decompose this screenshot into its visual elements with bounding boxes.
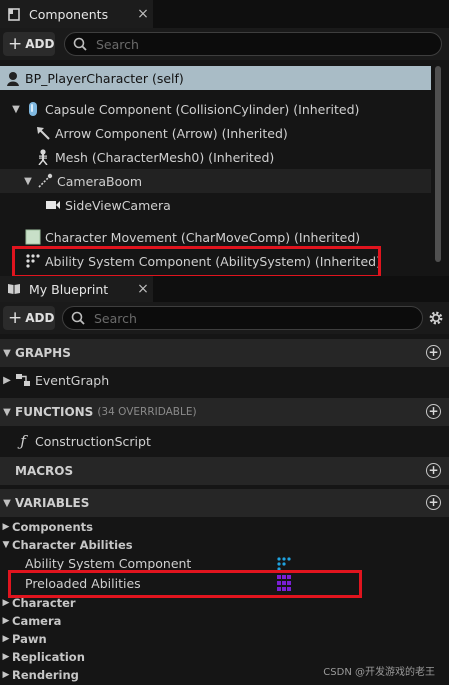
variable-category-pawn[interactable]: ▶ Pawn	[0, 630, 47, 648]
tree-item-label: SideViewCamera	[65, 197, 171, 213]
plus-icon: +	[8, 34, 23, 54]
components-tab-icon	[7, 7, 21, 21]
category-label: Character Abilities	[12, 538, 133, 552]
chevron-right-icon[interactable]: ▶	[0, 652, 12, 662]
chevron-down-icon[interactable]: ▼	[10, 104, 22, 115]
chevron-down-icon[interactable]: ▼	[0, 540, 12, 550]
section-title: VARIABLES	[15, 496, 90, 510]
capsule-icon	[24, 100, 42, 118]
blueprint-tab-bar: My Blueprint ×	[0, 276, 449, 302]
components-scrollbar[interactable]	[435, 66, 441, 262]
components-tab[interactable]: Components ×	[0, 0, 153, 28]
chevron-right-icon[interactable]: ▶	[0, 522, 12, 532]
watermark: CSDN @开发游戏的老王	[323, 667, 435, 678]
graph-item-label: EventGraph	[35, 372, 110, 388]
section-title: FUNCTIONS	[15, 405, 94, 419]
camera-icon	[44, 196, 62, 214]
close-icon[interactable]: ×	[133, 281, 153, 297]
variable-label: Ability System Component	[25, 555, 192, 571]
chevron-down-icon[interactable]: ▼	[0, 498, 14, 509]
gear-icon[interactable]	[427, 309, 445, 327]
tree-item-label: CameraBoom	[57, 173, 143, 189]
function-icon: ƒ	[20, 432, 26, 450]
chevron-right-icon[interactable]: ▶	[0, 634, 12, 644]
add-component-button[interactable]: + ADD	[3, 32, 55, 56]
section-title: GRAPHS	[15, 346, 71, 360]
search-icon	[73, 37, 87, 51]
macros-section-header[interactable]: MACROS +	[0, 457, 449, 485]
blueprint-tab-label: My Blueprint	[29, 281, 109, 297]
my-blueprint-tab[interactable]: My Blueprint ×	[0, 276, 153, 302]
blueprint-toolbar: + ADD Search	[0, 302, 449, 334]
close-icon[interactable]: ×	[133, 6, 153, 22]
function-item-label: ConstructionScript	[35, 433, 151, 449]
movement-icon	[24, 228, 42, 246]
chevron-right-icon[interactable]: ▶	[0, 616, 12, 626]
tree-item-label: Capsule Component (CollisionCylinder) (I…	[45, 101, 360, 117]
chevron-down-icon[interactable]: ▼	[0, 407, 14, 418]
tree-item-mesh[interactable]: Mesh (CharacterMesh0) (Inherited)	[34, 145, 274, 169]
spring-arm-icon	[36, 172, 54, 190]
category-label: Character	[12, 596, 76, 610]
chevron-right-icon[interactable]: ▶	[0, 670, 12, 680]
highlight-box	[12, 246, 381, 278]
tree-item-label: BP_PlayerCharacter (self)	[25, 70, 184, 86]
add-macro-icon[interactable]: +	[426, 463, 441, 478]
variable-category-replication[interactable]: ▶ Replication	[0, 648, 85, 666]
book-icon	[7, 282, 21, 296]
section-title: MACROS	[15, 464, 74, 478]
category-label: Replication	[12, 650, 85, 664]
variable-category-rendering[interactable]: ▶ Rendering	[0, 666, 79, 684]
components-tab-bar: Components ×	[0, 0, 449, 28]
graphs-section-header[interactable]: ▼ GRAPHS +	[0, 339, 449, 367]
add-graph-icon[interactable]: +	[426, 345, 441, 360]
tree-item-arrow[interactable]: Arrow Component (Arrow) (Inherited)	[34, 121, 288, 145]
category-label: Pawn	[12, 632, 47, 646]
blueprint-search-input[interactable]: Search	[62, 306, 423, 330]
chevron-right-icon[interactable]: ▶	[0, 598, 12, 608]
chevron-down-icon[interactable]: ▼	[22, 176, 34, 187]
graph-item-eventgraph[interactable]: ▶ EventGraph	[2, 368, 109, 392]
variables-section-header[interactable]: ▼ VARIABLES +	[0, 489, 449, 517]
variable-category-components[interactable]: ▶ Components	[0, 518, 93, 536]
tree-item-capsule[interactable]: ▼ Capsule Component (CollisionCylinder) …	[10, 97, 359, 121]
category-label: Components	[12, 520, 93, 534]
components-toolbar: + ADD Search	[0, 28, 449, 60]
search-placeholder: Search	[94, 310, 137, 326]
category-label: Rendering	[12, 668, 79, 682]
search-icon	[71, 311, 85, 325]
add-button-label: ADD	[25, 311, 55, 325]
tree-item-self[interactable]: BP_PlayerCharacter (self)	[0, 66, 431, 90]
arrow-component-icon	[34, 124, 52, 142]
add-button-label: ADD	[25, 37, 55, 51]
tree-item-label: Mesh (CharacterMesh0) (Inherited)	[55, 149, 275, 165]
plus-icon: +	[8, 308, 23, 328]
variable-category-character[interactable]: ▶ Character	[0, 594, 76, 612]
category-label: Camera	[12, 614, 62, 628]
add-variable-icon[interactable]: +	[426, 495, 441, 510]
skeleton-mesh-icon	[34, 148, 52, 166]
chevron-down-icon[interactable]: ▼	[0, 348, 14, 359]
overridable-count: (34 OVERRIDABLE)	[97, 406, 197, 418]
character-icon	[4, 69, 22, 87]
functions-section-header[interactable]: ▼ FUNCTIONS (34 OVERRIDABLE) +	[0, 398, 449, 426]
function-item-constructionscript[interactable]: ƒ ConstructionScript	[14, 429, 151, 453]
add-function-icon[interactable]: +	[426, 404, 441, 419]
search-placeholder: Search	[96, 36, 139, 52]
add-blueprint-item-button[interactable]: + ADD	[3, 306, 55, 330]
tree-item-label: Character Movement (CharMoveComp) (Inher…	[45, 229, 361, 245]
variable-category-camera[interactable]: ▶ Camera	[0, 612, 62, 630]
tree-item-label: Arrow Component (Arrow) (Inherited)	[55, 125, 288, 141]
components-tab-label: Components	[29, 6, 109, 22]
tree-item-cameraboom[interactable]: ▼ CameraBoom	[0, 169, 431, 193]
chevron-right-icon[interactable]: ▶	[2, 375, 12, 386]
tree-item-sideviewcamera[interactable]: SideViewCamera	[44, 193, 171, 217]
components-search-input[interactable]: Search	[64, 32, 442, 56]
event-graph-icon	[14, 371, 32, 389]
